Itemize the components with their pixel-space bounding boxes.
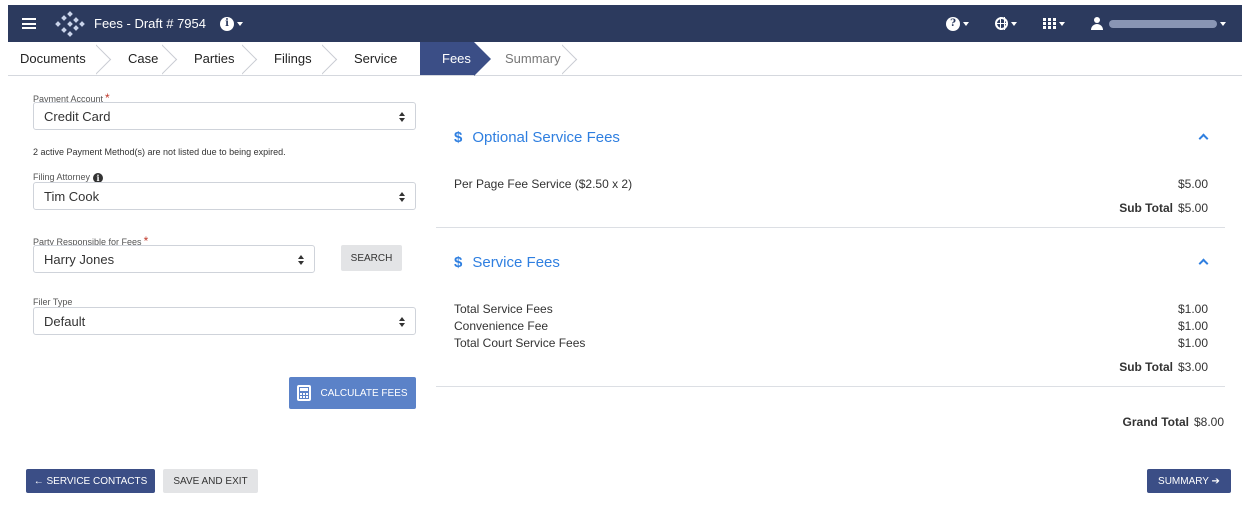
help-dropdown-button[interactable]: ? [946, 16, 969, 31]
step-label: Parties [194, 51, 235, 66]
fee-amount: $1.00 [1177, 336, 1208, 350]
step-label: Documents [20, 51, 86, 66]
step-fees[interactable]: Fees [420, 42, 491, 76]
chevron-down-icon [1059, 21, 1065, 26]
fee-row: Total Court Service Fees $1.00 [454, 336, 1208, 350]
filer-type-select[interactable]: Default [33, 307, 416, 335]
step-summary[interactable]: Summary [474, 42, 582, 75]
chevron-down-icon [1011, 21, 1017, 26]
fee-name: Per Page Fee Service ($2.50 x 2) [454, 177, 633, 191]
chevron-down-icon [1220, 21, 1226, 26]
step-label: Summary [505, 51, 561, 66]
step-label: Filings [274, 51, 312, 66]
user-icon [1091, 17, 1103, 30]
top-navbar: Fees - Draft # 7954 i ? [8, 5, 1242, 42]
info-dropdown-button[interactable]: i [220, 16, 243, 31]
fee-amount: $5.00 [1177, 177, 1208, 191]
section-title: Optional Service Fees [472, 129, 620, 146]
menu-icon[interactable] [22, 18, 36, 29]
fee-row: Convenience Fee $1.00 [454, 319, 1208, 333]
grid-icon [1043, 17, 1056, 30]
chevron-down-icon [963, 21, 969, 26]
button-label: CALCULATE FEES [320, 387, 408, 399]
fee-amount: $1.00 [1177, 302, 1208, 316]
sort-arrows-icon [399, 192, 405, 202]
dollar-icon: $ [454, 254, 463, 271]
section-title: Service Fees [472, 254, 560, 271]
sort-arrows-icon [399, 112, 405, 122]
sort-arrows-icon [399, 317, 405, 327]
party-responsible-select[interactable]: Harry Jones [33, 245, 315, 273]
step-filings[interactable]: Filings [262, 42, 342, 75]
user-email-redacted [1109, 19, 1217, 28]
selected-value: Default [44, 313, 86, 329]
info-icon: i [220, 16, 234, 31]
user-menu-button[interactable] [1091, 17, 1226, 30]
wizard-steps: Documents Case Parties Filings Service F… [8, 42, 1242, 76]
expired-methods-note: 2 active Payment Method(s) are not liste… [33, 147, 286, 157]
optional-fees-header: $ Optional Service Fees [454, 129, 620, 146]
collapse-optional-fees-icon[interactable] [1200, 135, 1208, 141]
payment-account-select[interactable]: Credit Card [33, 102, 416, 130]
language-dropdown-button[interactable] [995, 17, 1017, 30]
filer-type-label: Filer Type [33, 297, 73, 307]
apps-dropdown-button[interactable] [1043, 17, 1065, 30]
optional-subtotal: Sub Total $5.00 [1119, 201, 1208, 215]
save-and-exit-button[interactable]: SAVE AND EXIT [163, 469, 258, 493]
selected-value: Harry Jones [44, 251, 115, 267]
next-summary-button[interactable]: SUMMARY ➔ [1147, 469, 1231, 493]
dollar-icon: $ [454, 129, 463, 146]
fee-name: Total Service Fees [454, 302, 553, 316]
service-subtotal: Sub Total $3.00 [1119, 360, 1208, 374]
sort-arrows-icon [298, 255, 304, 265]
calculator-icon [297, 385, 312, 401]
step-label: Fees [442, 51, 471, 66]
filing-attorney-select[interactable]: Tim Cook [33, 182, 416, 210]
service-fees-header: $ Service Fees [454, 254, 560, 271]
step-label: Case [128, 51, 159, 66]
divider [436, 227, 1225, 228]
divider [436, 386, 1225, 387]
fee-row: Total Service Fees $1.00 [454, 302, 1208, 316]
step-documents[interactable]: Documents [8, 42, 116, 75]
question-circle-icon: ? [946, 16, 960, 31]
grand-total: Grand Total $8.00 [1122, 415, 1224, 429]
selected-value: Tim Cook [44, 188, 100, 204]
collapse-service-fees-icon[interactable] [1200, 260, 1208, 266]
fee-name: Total Court Service Fees [454, 336, 586, 350]
step-label: Service [354, 51, 398, 66]
fee-name: Convenience Fee [454, 319, 549, 333]
app-logo-icon[interactable] [52, 9, 88, 39]
calculate-fees-button[interactable]: CALCULATE FEES [289, 377, 416, 409]
back-service-contacts-button[interactable]: ← SERVICE CONTACTS [26, 469, 155, 493]
page-title: Fees - Draft # 7954 [94, 16, 206, 31]
fee-amount: $1.00 [1177, 319, 1208, 333]
globe-icon [995, 17, 1008, 30]
step-parties[interactable]: Parties [182, 42, 262, 75]
step-service[interactable]: Service [342, 42, 420, 75]
selected-value: Credit Card [44, 108, 111, 124]
chevron-down-icon [237, 21, 243, 26]
step-case[interactable]: Case [116, 42, 182, 75]
search-button[interactable]: SEARCH [341, 245, 402, 271]
fee-row: Per Page Fee Service ($2.50 x 2) $5.00 [454, 177, 1208, 191]
